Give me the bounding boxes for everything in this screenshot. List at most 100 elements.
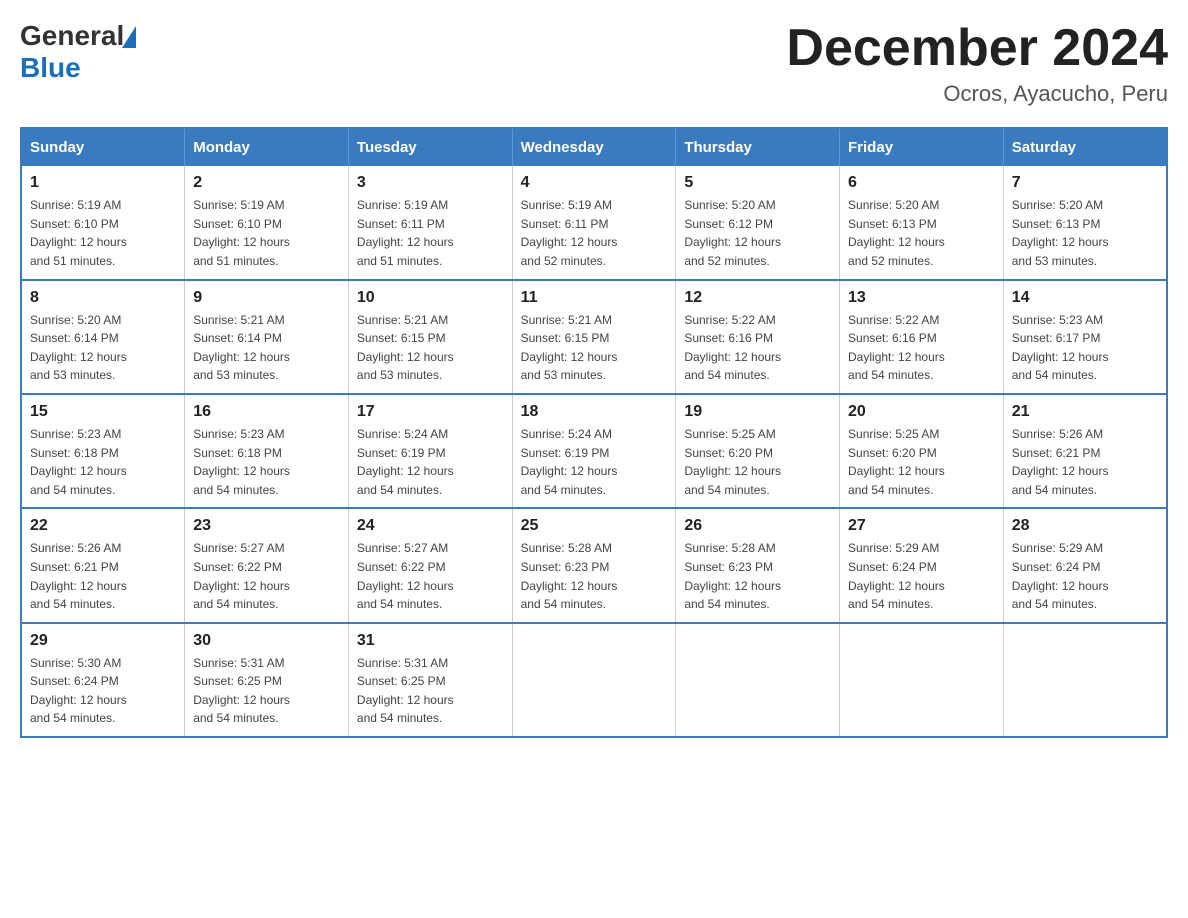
location-subtitle: Ocros, Ayacucho, Peru — [786, 81, 1168, 107]
day-info: Sunrise: 5:26 AMSunset: 6:21 PMDaylight:… — [30, 539, 176, 613]
calendar-week-row: 15 Sunrise: 5:23 AMSunset: 6:18 PMDayligh… — [21, 394, 1167, 508]
title-block: December 2024 Ocros, Ayacucho, Peru — [786, 20, 1168, 107]
day-number: 10 — [357, 289, 504, 307]
calendar-cell: 22 Sunrise: 5:26 AMSunset: 6:21 PMDayligh… — [21, 508, 185, 622]
calendar-cell: 31Sunrise: 5:31 AMSunset: 6:25 PMDayligh… — [348, 623, 512, 737]
day-number: 26 — [684, 517, 831, 535]
day-number: 20 — [848, 403, 995, 421]
day-number: 1 — [30, 174, 176, 192]
day-info: Sunrise: 5:26 AMSunset: 6:21 PMDaylight:… — [1012, 425, 1158, 499]
calendar-cell: 24Sunrise: 5:27 AMSunset: 6:22 PMDayligh… — [348, 508, 512, 622]
days-of-week-row: SundayMondayTuesdayWednesdayThursdayFrid… — [21, 128, 1167, 166]
day-number: 4 — [521, 174, 668, 192]
day-number: 12 — [684, 289, 831, 307]
day-info: Sunrise: 5:27 AMSunset: 6:22 PMDaylight:… — [193, 539, 340, 613]
day-number: 14 — [1012, 289, 1158, 307]
calendar-cell: 2Sunrise: 5:19 AMSunset: 6:10 PMDaylight… — [185, 166, 349, 279]
day-info: Sunrise: 5:23 AMSunset: 6:18 PMDaylight:… — [30, 425, 176, 499]
day-info: Sunrise: 5:20 AMSunset: 6:12 PMDaylight:… — [684, 196, 831, 270]
day-number: 11 — [521, 289, 668, 307]
calendar-cell: 4 Sunrise: 5:19 AMSunset: 6:11 PMDaylight… — [512, 166, 676, 279]
calendar-body: 1 Sunrise: 5:19 AMSunset: 6:10 PMDaylight… — [21, 166, 1167, 737]
calendar-week-row: 29 Sunrise: 5:30 AMSunset: 6:24 PMDayligh… — [21, 623, 1167, 737]
day-number: 2 — [193, 174, 340, 192]
calendar-cell: 7Sunrise: 5:20 AMSunset: 6:13 PMDaylight… — [1003, 166, 1167, 279]
day-info: Sunrise: 5:24 AMSunset: 6:19 PMDaylight:… — [521, 425, 668, 499]
calendar-week-row: 8 Sunrise: 5:20 AMSunset: 6:14 PMDaylight… — [21, 280, 1167, 394]
calendar-cell: 9Sunrise: 5:21 AMSunset: 6:14 PMDaylight… — [185, 280, 349, 394]
day-number: 23 — [193, 517, 340, 535]
calendar-table: SundayMondayTuesdayWednesdayThursdayFrid… — [20, 127, 1168, 738]
day-info: Sunrise: 5:19 AMSunset: 6:11 PMDaylight:… — [357, 196, 504, 270]
day-info: Sunrise: 5:21 AMSunset: 6:15 PMDaylight:… — [357, 311, 504, 385]
calendar-cell: 11Sunrise: 5:21 AMSunset: 6:15 PMDayligh… — [512, 280, 676, 394]
day-of-week-header: Thursday — [676, 128, 840, 166]
day-of-week-header: Tuesday — [348, 128, 512, 166]
calendar-cell: 12 Sunrise: 5:22 AMSunset: 6:16 PMDayligh… — [676, 280, 840, 394]
day-info: Sunrise: 5:27 AMSunset: 6:22 PMDaylight:… — [357, 539, 504, 613]
calendar-cell: 14 Sunrise: 5:23 AMSunset: 6:17 PMDayligh… — [1003, 280, 1167, 394]
calendar-cell: 13 Sunrise: 5:22 AMSunset: 6:16 PMDayligh… — [840, 280, 1004, 394]
day-number: 8 — [30, 289, 176, 307]
day-number: 3 — [357, 174, 504, 192]
calendar-cell: 20Sunrise: 5:25 AMSunset: 6:20 PMDayligh… — [840, 394, 1004, 508]
calendar-cell: 27Sunrise: 5:29 AMSunset: 6:24 PMDayligh… — [840, 508, 1004, 622]
day-number: 27 — [848, 517, 995, 535]
calendar-cell: 21 Sunrise: 5:26 AMSunset: 6:21 PMDayligh… — [1003, 394, 1167, 508]
day-number: 19 — [684, 403, 831, 421]
day-info: Sunrise: 5:25 AMSunset: 6:20 PMDaylight:… — [684, 425, 831, 499]
calendar-week-row: 1 Sunrise: 5:19 AMSunset: 6:10 PMDaylight… — [21, 166, 1167, 279]
calendar-cell: 17Sunrise: 5:24 AMSunset: 6:19 PMDayligh… — [348, 394, 512, 508]
calendar-cell: 29 Sunrise: 5:30 AMSunset: 6:24 PMDayligh… — [21, 623, 185, 737]
day-number: 25 — [521, 517, 668, 535]
day-info: Sunrise: 5:23 AMSunset: 6:17 PMDaylight:… — [1012, 311, 1158, 385]
month-year-title: December 2024 — [786, 20, 1168, 77]
day-number: 28 — [1012, 517, 1158, 535]
day-number: 29 — [30, 632, 176, 650]
calendar-cell: 25Sunrise: 5:28 AMSunset: 6:23 PMDayligh… — [512, 508, 676, 622]
calendar-cell: 30Sunrise: 5:31 AMSunset: 6:25 PMDayligh… — [185, 623, 349, 737]
calendar-cell: 10 Sunrise: 5:21 AMSunset: 6:15 PMDayligh… — [348, 280, 512, 394]
logo-triangle-icon — [122, 26, 136, 48]
day-info: Sunrise: 5:20 AMSunset: 6:13 PMDaylight:… — [1012, 196, 1158, 270]
logo-general-text: General — [20, 20, 124, 52]
calendar-cell: 23 Sunrise: 5:27 AMSunset: 6:22 PMDayligh… — [185, 508, 349, 622]
calendar-cell: 3 Sunrise: 5:19 AMSunset: 6:11 PMDaylight… — [348, 166, 512, 279]
calendar-cell: 6Sunrise: 5:20 AMSunset: 6:13 PMDaylight… — [840, 166, 1004, 279]
day-info: Sunrise: 5:20 AMSunset: 6:13 PMDaylight:… — [848, 196, 995, 270]
day-info: Sunrise: 5:29 AMSunset: 6:24 PMDaylight:… — [1012, 539, 1158, 613]
day-info: Sunrise: 5:19 AMSunset: 6:10 PMDaylight:… — [30, 196, 176, 270]
day-number: 5 — [684, 174, 831, 192]
calendar-cell — [1003, 623, 1167, 737]
calendar-cell: 19 Sunrise: 5:25 AMSunset: 6:20 PMDayligh… — [676, 394, 840, 508]
day-number: 9 — [193, 289, 340, 307]
day-of-week-header: Sunday — [21, 128, 185, 166]
day-info: Sunrise: 5:30 AMSunset: 6:24 PMDaylight:… — [30, 654, 176, 728]
calendar-header: SundayMondayTuesdayWednesdayThursdayFrid… — [21, 128, 1167, 166]
day-of-week-header: Saturday — [1003, 128, 1167, 166]
day-info: Sunrise: 5:22 AMSunset: 6:16 PMDaylight:… — [848, 311, 995, 385]
day-number: 22 — [30, 517, 176, 535]
calendar-cell: 26Sunrise: 5:28 AMSunset: 6:23 PMDayligh… — [676, 508, 840, 622]
calendar-cell — [840, 623, 1004, 737]
day-number: 18 — [521, 403, 668, 421]
calendar-cell: 18 Sunrise: 5:24 AMSunset: 6:19 PMDayligh… — [512, 394, 676, 508]
calendar-cell: 8 Sunrise: 5:20 AMSunset: 6:14 PMDaylight… — [21, 280, 185, 394]
day-number: 21 — [1012, 403, 1158, 421]
day-info: Sunrise: 5:20 AMSunset: 6:14 PMDaylight:… — [30, 311, 176, 385]
logo-blue-text: Blue — [20, 52, 81, 84]
calendar-cell — [512, 623, 676, 737]
day-of-week-header: Monday — [185, 128, 349, 166]
calendar-cell: 28 Sunrise: 5:29 AMSunset: 6:24 PMDayligh… — [1003, 508, 1167, 622]
day-info: Sunrise: 5:22 AMSunset: 6:16 PMDaylight:… — [684, 311, 831, 385]
calendar-cell — [676, 623, 840, 737]
day-number: 16 — [193, 403, 340, 421]
calendar-cell: 15 Sunrise: 5:23 AMSunset: 6:18 PMDayligh… — [21, 394, 185, 508]
day-number: 13 — [848, 289, 995, 307]
logo: General Blue — [20, 20, 136, 84]
page-header: General Blue December 2024 Ocros, Ayacuc… — [20, 20, 1168, 107]
calendar-cell: 5 Sunrise: 5:20 AMSunset: 6:12 PMDaylight… — [676, 166, 840, 279]
day-info: Sunrise: 5:19 AMSunset: 6:11 PMDaylight:… — [521, 196, 668, 270]
calendar-cell: 1 Sunrise: 5:19 AMSunset: 6:10 PMDaylight… — [21, 166, 185, 279]
day-number: 15 — [30, 403, 176, 421]
